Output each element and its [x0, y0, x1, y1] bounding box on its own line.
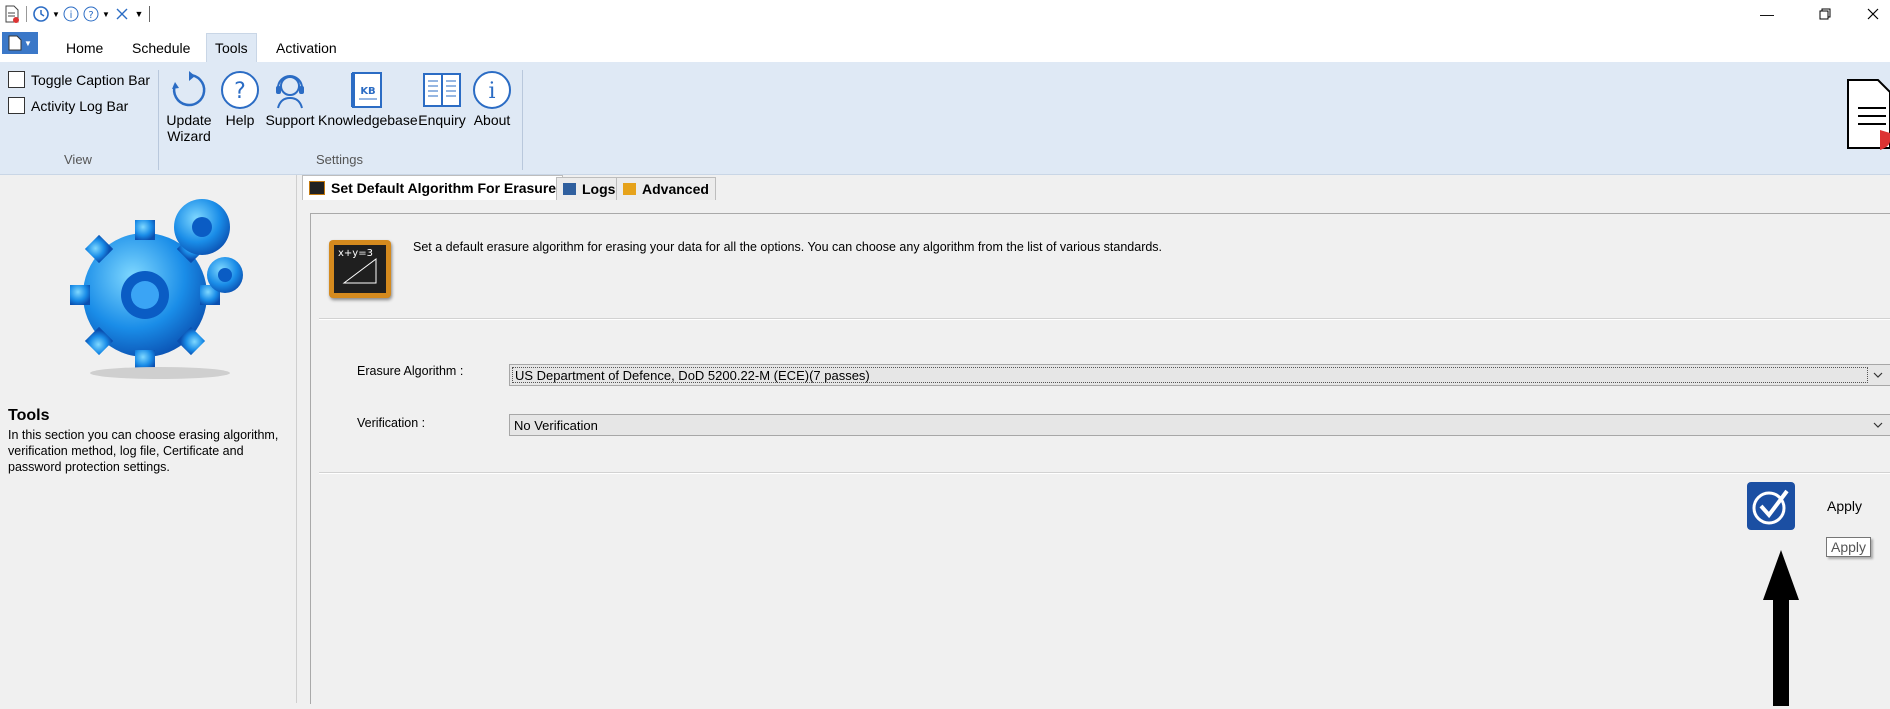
enquiry-document-icon: [423, 73, 461, 107]
help-label: Help: [225, 112, 255, 128]
verification-value: No Verification: [514, 418, 598, 433]
chevron-down-icon[interactable]: ▼: [51, 10, 61, 19]
tab-activation[interactable]: Activation: [268, 34, 345, 62]
chevron-down-icon[interactable]: [1870, 415, 1886, 435]
settings-group-label: Settings: [316, 152, 363, 167]
knowledgebase-book-icon: KB: [351, 72, 382, 108]
title-bar: ▼ i ? ▼ ▼ —: [0, 0, 1890, 28]
ribbon-tab-row: ▼ Home Schedule Tools Activation: [0, 28, 1890, 63]
schedule-clock-icon[interactable]: [31, 2, 51, 26]
enquiry-label: Enquiry: [418, 112, 466, 128]
logs-tab-icon: [563, 183, 576, 195]
erasure-algorithm-value: US Department of Defence, DoD 5200.22-M …: [512, 367, 1868, 383]
svg-text:KB: KB: [360, 86, 375, 97]
app-document-icon[interactable]: [2, 2, 22, 26]
about-label: About: [473, 112, 511, 128]
check-apply-icon: [1747, 482, 1795, 530]
document-shield-icon: [1846, 78, 1890, 153]
tab-logs[interactable]: Logs: [556, 177, 623, 200]
toggle-caption-bar-label: Toggle Caption Bar: [31, 71, 151, 88]
verification-label: Verification :: [357, 416, 426, 430]
update-wizard-button[interactable]: Update Wizard: [164, 70, 214, 144]
tab-schedule[interactable]: Schedule: [124, 34, 198, 62]
about-button[interactable]: i About: [470, 70, 514, 128]
support-label: Support: [265, 112, 315, 128]
activity-log-bar-label: Activity Log Bar: [31, 97, 129, 114]
help-icon[interactable]: ?: [81, 2, 101, 26]
app-menu-button[interactable]: ▼: [2, 32, 38, 54]
toggle-caption-bar-checkbox[interactable]: Toggle Caption Bar: [8, 71, 150, 88]
knowledgebase-label: Knowledgebase: [318, 112, 418, 128]
apply-label: Apply: [1827, 498, 1863, 514]
left-panel-description: In this section you can choose erasing a…: [8, 428, 279, 474]
quick-access-toolbar: ▼ i ? ▼ ▼: [0, 0, 150, 28]
erasure-algorithm-label: Erasure Algorithm :: [357, 364, 464, 378]
tab-label: Advanced: [642, 181, 709, 197]
tab-label: Logs: [582, 181, 616, 197]
svg-text:i: i: [70, 10, 73, 21]
app-menu-icon: [8, 35, 22, 51]
tab-advanced[interactable]: Advanced: [616, 177, 716, 200]
tab-label: Set Default Algorithm For Erasure: [331, 180, 557, 196]
minimize-button[interactable]: —: [1744, 0, 1790, 28]
divider: [319, 318, 1890, 320]
algorithm-tab-icon: [309, 181, 325, 195]
activity-log-bar-checkbox[interactable]: Activity Log Bar: [8, 97, 128, 114]
tab-tools[interactable]: Tools: [206, 33, 257, 62]
refresh-icon: [172, 71, 206, 107]
verification-select[interactable]: No Verification: [509, 414, 1890, 436]
help-button[interactable]: ? Help: [218, 70, 262, 128]
tab-home[interactable]: Home: [58, 34, 111, 62]
advanced-tab-icon: [623, 183, 636, 195]
arrow-up-icon: [1761, 546, 1801, 709]
close-button[interactable]: [1856, 0, 1890, 28]
enquiry-button[interactable]: Enquiry: [414, 70, 470, 128]
svg-text:?: ?: [234, 79, 246, 104]
support-button[interactable]: Support: [264, 70, 316, 128]
group-separator: [522, 70, 523, 170]
apply-button[interactable]: Apply: [1747, 482, 1887, 530]
main-content: Set Default Algorithm For Erasure Logs A…: [298, 175, 1890, 706]
group-separator: [158, 70, 159, 170]
knowledgebase-button[interactable]: KB Knowledgebase: [318, 70, 418, 128]
erasure-algorithm-select[interactable]: US Department of Defence, DoD 5200.22-M …: [509, 364, 1890, 386]
close-x-icon[interactable]: [111, 2, 133, 26]
algorithm-settings-panel: x+y=3 Set a default erasure algorithm fo…: [310, 213, 1890, 706]
svg-text:?: ?: [88, 10, 93, 21]
apply-tooltip: Apply: [1826, 537, 1872, 557]
chalkboard-icon: x+y=3: [329, 240, 391, 298]
left-panel-title: Tools: [8, 407, 50, 424]
update-wizard-label-1: Update: [166, 112, 212, 128]
update-wizard-label-2: Wizard: [167, 128, 211, 144]
checkbox-box[interactable]: [8, 97, 25, 114]
headset-support-icon: [276, 75, 304, 109]
left-info-panel: Tools In this section you can choose era…: [0, 175, 297, 703]
help-circle-icon: ?: [221, 71, 259, 109]
view-group-label: View: [64, 152, 92, 167]
ribbon-panel: Toggle Caption Bar Activity Log Bar View…: [0, 62, 1890, 175]
info-circle-icon: i: [473, 71, 511, 109]
checkbox-box[interactable]: [8, 71, 25, 88]
info-icon[interactable]: i: [61, 2, 81, 26]
chevron-down-icon[interactable]: [1870, 365, 1886, 385]
tab-set-default-algorithm[interactable]: Set Default Algorithm For Erasure: [302, 175, 564, 200]
restore-button[interactable]: [1802, 0, 1848, 28]
customize-toolbar-icon[interactable]: ▼: [133, 9, 145, 19]
intro-text: Set a default erasure algorithm for eras…: [413, 240, 1163, 254]
divider: [319, 472, 1890, 474]
svg-text:i: i: [488, 79, 495, 104]
gears-icon: [60, 185, 260, 388]
chevron-down-icon[interactable]: ▼: [101, 10, 111, 19]
